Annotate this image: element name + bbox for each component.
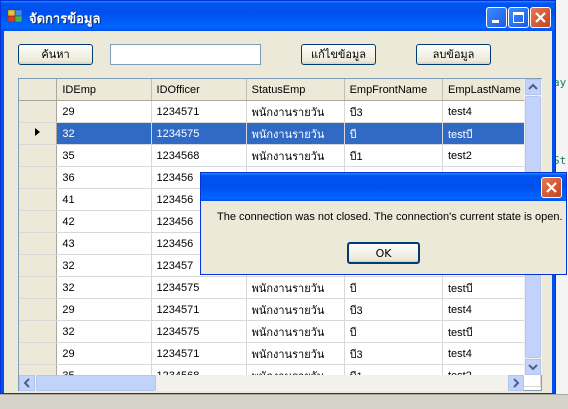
row-header[interactable] xyxy=(19,298,58,321)
row-header[interactable] xyxy=(19,122,58,145)
table-cell[interactable]: 36 xyxy=(56,166,152,189)
table-row[interactable]: 29 1234571 พนักงานรายวัน บี3 test4 xyxy=(19,298,541,321)
table-cell[interactable]: บี xyxy=(344,122,443,145)
column-header-statusemp[interactable]: StatusEmp xyxy=(246,79,345,101)
ok-button[interactable]: OK xyxy=(347,242,420,264)
scroll-left-button[interactable] xyxy=(19,375,35,391)
table-cell[interactable]: 29 xyxy=(56,342,152,365)
error-dialog: The connection was not closed. The conne… xyxy=(200,172,567,275)
table-cell[interactable]: 1234571 xyxy=(151,298,247,321)
grid-header-row: IDEmp IDOfficer StatusEmp EmpFrontName E… xyxy=(19,79,541,101)
close-icon xyxy=(546,182,557,193)
row-header[interactable] xyxy=(19,232,58,255)
chevron-down-icon xyxy=(528,364,538,371)
scroll-down-button[interactable] xyxy=(525,359,541,375)
table-row[interactable]: 29 1234571 พนักงานรายวัน บี3 test4 xyxy=(19,342,541,365)
row-header[interactable] xyxy=(19,276,58,299)
table-cell[interactable]: บี3 xyxy=(344,298,443,321)
table-cell[interactable]: 1234575 xyxy=(151,276,247,299)
search-button[interactable]: ค้นหา xyxy=(18,44,93,65)
table-cell[interactable]: พนักงานรายวัน xyxy=(246,122,345,145)
column-header-empfrontname[interactable]: EmpFrontName xyxy=(344,79,443,101)
row-header[interactable] xyxy=(19,144,58,167)
table-cell[interactable]: 1234571 xyxy=(151,100,247,123)
table-row[interactable]: 351234568พนักงานรายวันบี1test2 xyxy=(19,144,541,167)
table-cell[interactable]: บี xyxy=(344,320,443,343)
edit-button[interactable]: แก้ไขข้อมูล xyxy=(301,44,376,65)
app-window-icon xyxy=(8,10,22,22)
table-row[interactable]: 32 1234575 พนักงานรายวัน บี testบี xyxy=(19,320,541,343)
table-cell[interactable]: 32 xyxy=(56,276,152,299)
horizontal-scrollbar[interactable] xyxy=(19,375,524,391)
table-cell[interactable]: 32 xyxy=(56,122,152,145)
table-cell[interactable]: พนักงานรายวัน xyxy=(246,342,345,365)
row-header[interactable] xyxy=(19,188,58,211)
table-cell[interactable]: 35 xyxy=(56,144,152,167)
column-header-idofficer[interactable]: IDOfficer xyxy=(151,79,247,101)
chevron-up-icon xyxy=(528,83,538,90)
table-cell[interactable]: บี1 xyxy=(344,144,443,167)
table-cell[interactable]: พนักงานรายวัน xyxy=(246,144,345,167)
table-cell[interactable]: 1234575 xyxy=(151,320,247,343)
column-header-idemp[interactable]: IDEmp xyxy=(56,79,152,101)
row-header[interactable] xyxy=(19,166,58,189)
chevron-left-icon xyxy=(23,378,30,388)
scroll-right-button[interactable] xyxy=(508,375,524,391)
table-cell[interactable]: 1234568 xyxy=(151,144,247,167)
background-statusbar xyxy=(0,394,568,409)
table-cell[interactable]: 32 xyxy=(56,254,152,277)
scroll-up-button[interactable] xyxy=(525,79,541,95)
table-cell[interactable]: พนักงานรายวัน xyxy=(246,100,345,123)
table-cell[interactable]: บี3 xyxy=(344,100,443,123)
grid-corner-header[interactable] xyxy=(19,79,58,101)
row-header[interactable] xyxy=(19,342,58,365)
table-row[interactable]: 32 1234575 พนักงานรายวัน บี testบี xyxy=(19,122,541,145)
window-border xyxy=(1,31,4,393)
table-row[interactable]: 29 1234571 พนักงานรายวัน บี3 test4 xyxy=(19,100,541,123)
table-cell[interactable]: พนักงานรายวัน xyxy=(246,320,345,343)
table-cell[interactable]: พนักงานรายวัน xyxy=(246,276,345,299)
table-cell[interactable]: 41 xyxy=(56,188,152,211)
maximize-button[interactable] xyxy=(508,7,529,28)
table-cell[interactable]: 1234571 xyxy=(151,342,247,365)
table-cell[interactable]: 1234575 xyxy=(151,122,247,145)
window-title: จัดการข้อมูล xyxy=(29,12,101,27)
table-cell[interactable]: พนักงานรายวัน xyxy=(246,298,345,321)
title-bar[interactable]: จัดการข้อมูล xyxy=(1,1,555,31)
dialog-message: The connection was not closed. The conne… xyxy=(217,211,563,223)
close-button[interactable] xyxy=(530,7,551,28)
row-header[interactable] xyxy=(19,100,58,123)
table-cell[interactable]: 29 xyxy=(56,298,152,321)
delete-button[interactable]: ลบข้อมูล xyxy=(416,44,491,65)
dialog-close-button[interactable] xyxy=(541,177,562,198)
minimize-icon xyxy=(492,20,499,23)
row-header[interactable] xyxy=(19,254,58,277)
row-header[interactable] xyxy=(19,210,58,233)
minimize-button[interactable] xyxy=(486,7,507,28)
table-cell[interactable]: 42 xyxy=(56,210,152,233)
chevron-right-icon xyxy=(513,378,520,388)
row-header[interactable] xyxy=(19,320,58,343)
table-cell[interactable]: บี xyxy=(344,276,443,299)
table-cell[interactable]: บี3 xyxy=(344,342,443,365)
close-icon xyxy=(535,12,546,23)
row-pointer-icon xyxy=(34,128,40,136)
table-cell[interactable]: 32 xyxy=(56,320,152,343)
table-cell[interactable]: 43 xyxy=(56,232,152,255)
search-input[interactable] xyxy=(110,44,261,65)
dialog-title-bar[interactable] xyxy=(201,173,566,201)
maximize-icon xyxy=(513,12,524,23)
horizontal-scroll-thumb[interactable] xyxy=(36,375,156,391)
table-cell[interactable]: 29 xyxy=(56,100,152,123)
table-row[interactable]: 32 1234575 พนักงานรายวัน บี testบี xyxy=(19,276,541,299)
